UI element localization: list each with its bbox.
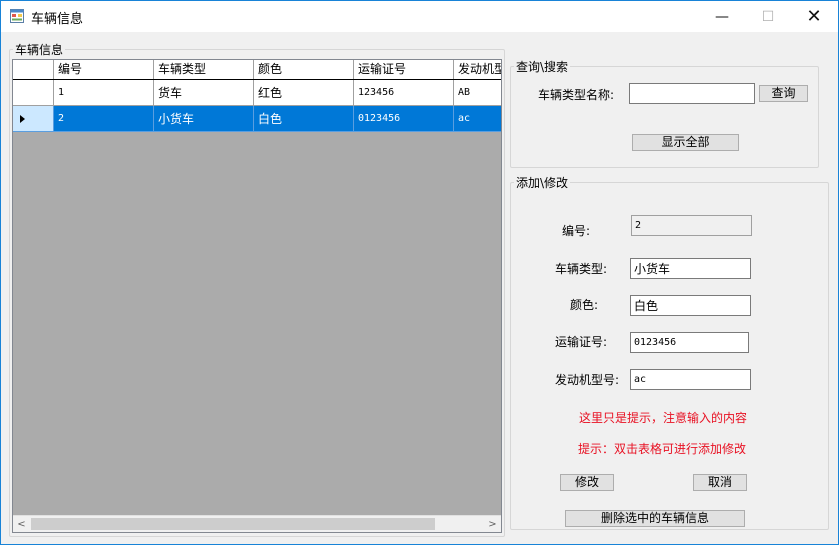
cell-id[interactable]: 1 bbox=[54, 80, 154, 106]
close-icon: ✕ bbox=[806, 6, 822, 27]
cell-permit[interactable]: 123456 bbox=[354, 80, 454, 106]
column-header-type[interactable]: 车辆类型 bbox=[154, 60, 254, 79]
table-row-selected[interactable]: 2 小货车 白色 0123456 ac bbox=[13, 106, 501, 132]
vehicle-data-grid[interactable]: 编号 车辆类型 颜色 运输证号 发动机型 1 货车 红色 123456 AB 2… bbox=[12, 59, 502, 533]
row-pointer-icon bbox=[20, 115, 25, 123]
show-all-button[interactable]: 显示全部 bbox=[632, 134, 739, 151]
minimize-icon: — bbox=[715, 8, 729, 25]
cancel-button[interactable]: 取消 bbox=[693, 474, 747, 491]
minimize-button[interactable]: — bbox=[699, 1, 745, 32]
maximize-button[interactable]: ☐ bbox=[745, 1, 791, 32]
input-hint-text: 这里只是提示，注意输入的内容 bbox=[579, 411, 748, 425]
scroll-right-icon[interactable]: > bbox=[484, 516, 501, 532]
cell-type[interactable]: 小货车 bbox=[154, 106, 254, 132]
cell-type[interactable]: 货车 bbox=[154, 80, 254, 106]
search-legend: 查询\搜索 bbox=[516, 60, 569, 74]
column-header-color[interactable]: 颜色 bbox=[254, 60, 354, 79]
form-app-icon bbox=[10, 9, 24, 23]
main-window: 车辆信息 — ☐ ✕ 车辆信息 编号 车辆类型 颜色 运输证号 发动机型 1 货… bbox=[0, 0, 839, 545]
cell-color[interactable]: 白色 bbox=[254, 106, 354, 132]
cell-id[interactable]: 2 bbox=[54, 106, 154, 132]
table-row[interactable]: 1 货车 红色 123456 AB bbox=[13, 80, 501, 106]
engine-label: 发动机型号: bbox=[555, 373, 620, 387]
cell-permit[interactable]: 0123456 bbox=[354, 106, 454, 132]
engine-field[interactable] bbox=[630, 369, 751, 390]
permit-field[interactable] bbox=[630, 332, 749, 353]
cell-engine[interactable]: AB bbox=[454, 80, 501, 106]
column-header-permit[interactable]: 运输证号 bbox=[354, 60, 454, 79]
scroll-left-icon[interactable]: < bbox=[13, 516, 30, 532]
permit-label: 运输证号: bbox=[555, 335, 608, 349]
maximize-icon: ☐ bbox=[761, 8, 775, 25]
color-field[interactable] bbox=[630, 295, 751, 316]
id-label: 编号: bbox=[562, 224, 591, 238]
type-field[interactable] bbox=[630, 258, 751, 279]
cell-color[interactable]: 红色 bbox=[254, 80, 354, 106]
id-field[interactable] bbox=[631, 215, 752, 236]
horizontal-scrollbar[interactable]: < > bbox=[13, 515, 501, 532]
edit-legend: 添加\修改 bbox=[516, 176, 569, 190]
column-header-id[interactable]: 编号 bbox=[54, 60, 154, 79]
color-label: 颜色: bbox=[570, 298, 599, 312]
type-name-search-input[interactable] bbox=[629, 83, 755, 104]
row-header[interactable] bbox=[13, 106, 54, 132]
window-title: 车辆信息 bbox=[31, 12, 84, 27]
double-click-hint-text: 提示：双击表格可进行添加修改 bbox=[578, 442, 747, 456]
type-label: 车辆类型: bbox=[555, 262, 608, 276]
cell-engine[interactable]: ac bbox=[454, 106, 501, 132]
query-button[interactable]: 查询 bbox=[759, 85, 808, 102]
modify-button[interactable]: 修改 bbox=[560, 474, 614, 491]
row-header[interactable] bbox=[13, 80, 54, 106]
column-header-engine[interactable]: 发动机型 bbox=[454, 60, 501, 79]
search-group: 查询\搜索 bbox=[510, 58, 819, 168]
close-button[interactable]: ✕ bbox=[791, 1, 837, 32]
grid-corner-header[interactable] bbox=[13, 60, 54, 79]
delete-selected-button[interactable]: 删除选中的车辆信息 bbox=[565, 510, 745, 527]
type-name-label: 车辆类型名称: bbox=[538, 88, 615, 102]
grid-header-row: 编号 车辆类型 颜色 运输证号 发动机型 bbox=[13, 60, 501, 80]
title-bar: 车辆信息 — ☐ ✕ bbox=[1, 1, 838, 32]
vehicle-info-legend: 车辆信息 bbox=[15, 43, 64, 57]
scrollbar-thumb[interactable] bbox=[31, 518, 435, 530]
